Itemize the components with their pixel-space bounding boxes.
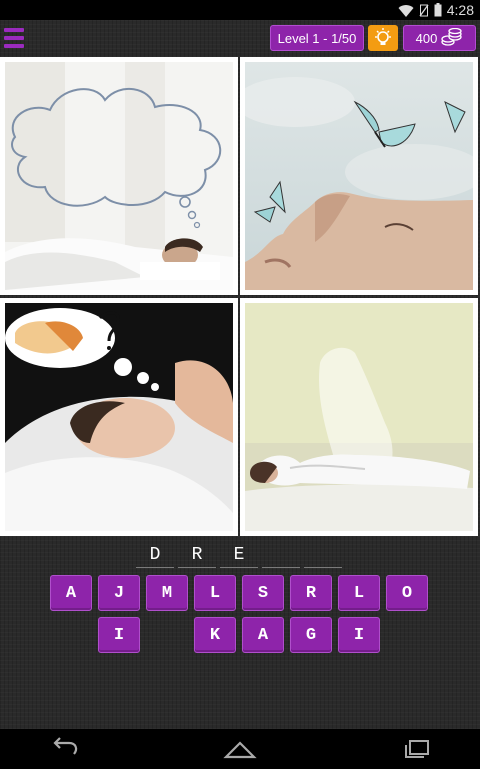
level-indicator[interactable]: Level 1 - 1/50 (270, 25, 364, 51)
letter-tile[interactable]: A (50, 575, 92, 611)
answer-slot[interactable]: R (178, 543, 216, 568)
puzzle-picture-1[interactable] (0, 57, 238, 295)
hint-button[interactable] (368, 25, 398, 51)
letter-tile[interactable]: R (290, 575, 332, 611)
no-sim-icon (419, 4, 429, 16)
puzzle-picture-2[interactable] (240, 57, 478, 295)
letter-tile[interactable]: M (146, 575, 188, 611)
lightbulb-icon (375, 28, 391, 45)
status-bar: 4:28 (0, 0, 480, 20)
letter-tile[interactable]: K (194, 617, 236, 653)
letter-tile[interactable]: L (194, 575, 236, 611)
letter-tile[interactable]: L (338, 575, 380, 611)
letter-tile[interactable]: G (290, 617, 332, 653)
hamburger-menu-icon[interactable] (4, 28, 24, 48)
puzzle-picture-4[interactable] (240, 298, 478, 536)
puzzle-picture-3[interactable] (0, 298, 238, 536)
navigation-bar (0, 729, 480, 769)
letter-tile[interactable]: O (386, 575, 428, 611)
status-time: 4:28 (446, 2, 474, 18)
letter-tile[interactable]: S (242, 575, 284, 611)
home-icon[interactable] (223, 737, 257, 761)
top-bar: Level 1 - 1/50 400 (0, 20, 480, 58)
answer-slot[interactable]: E (220, 543, 258, 568)
letter-tile[interactable]: A (242, 617, 284, 653)
recent-apps-icon[interactable] (400, 737, 434, 761)
battery-icon (434, 3, 442, 17)
back-icon[interactable] (48, 737, 82, 761)
coin-stack-icon (441, 28, 462, 46)
letter-tile[interactable]: J (98, 575, 140, 611)
level-text: Level 1 - 1/50 (277, 30, 357, 46)
status-icons: 4:28 (398, 2, 474, 18)
wifi-icon (398, 4, 414, 17)
answer-slots: D R E (136, 543, 342, 569)
coins-counter[interactable]: 400 (403, 25, 476, 51)
letter-tile[interactable]: I (338, 617, 380, 653)
letter-tile[interactable]: I (98, 617, 140, 653)
answer-slot[interactable]: D (136, 543, 174, 568)
answer-slot[interactable] (304, 543, 342, 568)
answer-slot[interactable] (262, 543, 300, 568)
coins-text: 400 (415, 30, 438, 46)
